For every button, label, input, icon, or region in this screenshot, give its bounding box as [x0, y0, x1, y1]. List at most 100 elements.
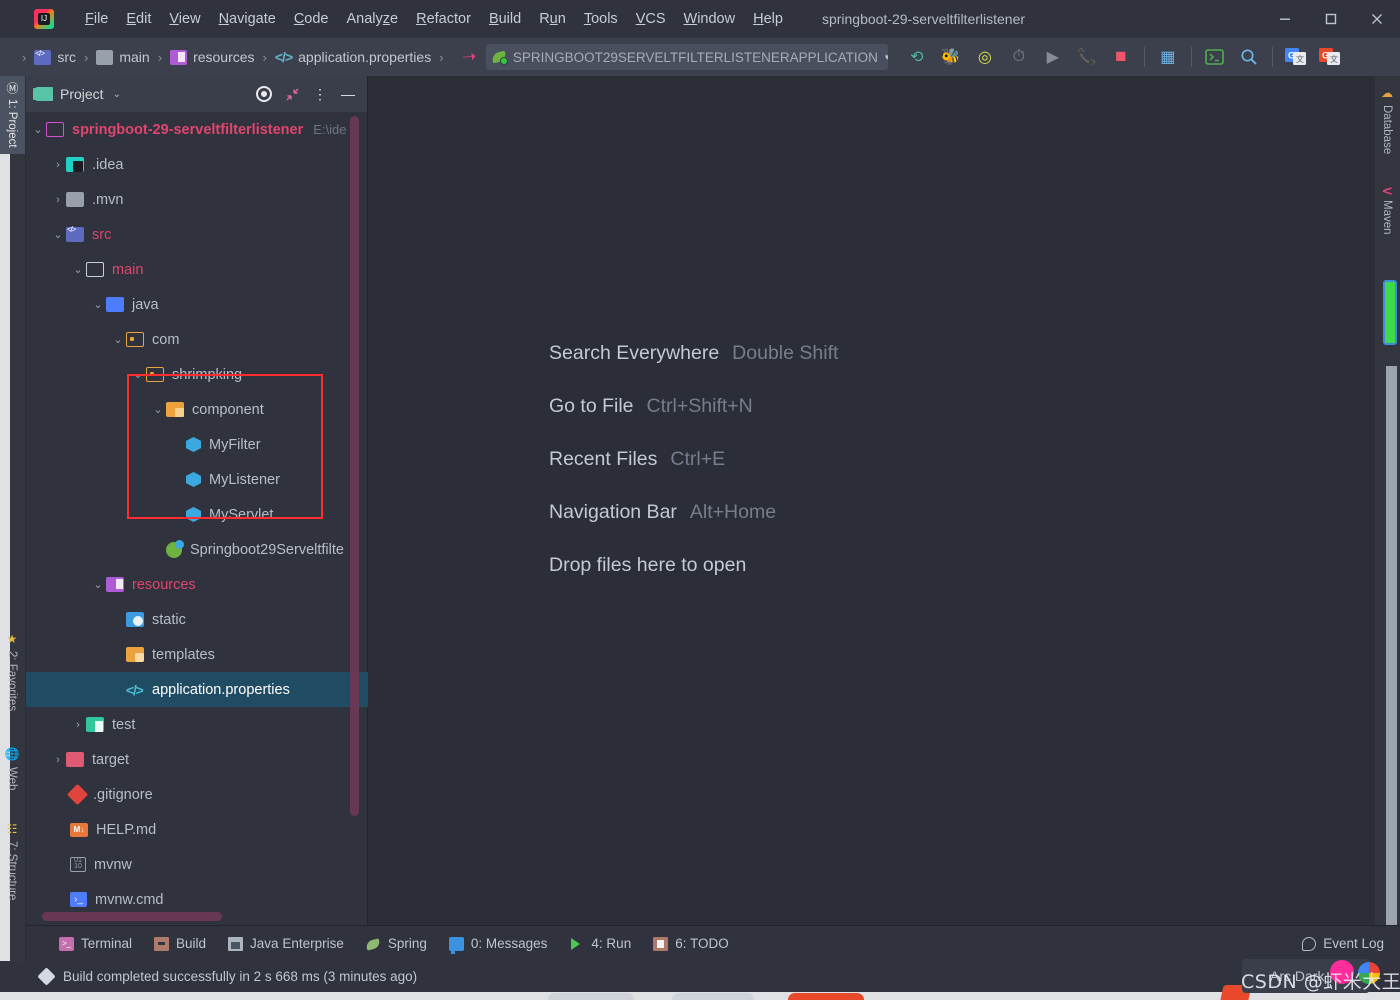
- menu-tools[interactable]: Tools: [575, 7, 627, 31]
- tree-row-application-properties[interactable]: </> application.properties: [26, 672, 368, 707]
- chevron-down-icon[interactable]: ⌄: [130, 368, 146, 381]
- tree-row-myfilter[interactable]: MyFilter: [26, 427, 368, 462]
- breadcrumb-item-application-properties[interactable]: </> application.properties: [271, 47, 435, 67]
- maximize-button[interactable]: [1308, 0, 1354, 38]
- status-message-group[interactable]: Build completed successfully in 2 s 668 …: [30, 967, 417, 986]
- tree-row-test[interactable]: › test: [26, 707, 368, 742]
- tree-row-springboot-application[interactable]: Springboot29Serveltfilte: [26, 532, 368, 567]
- tree-row-resources[interactable]: ⌄ resources: [26, 567, 368, 602]
- menu-edit[interactable]: Edit: [117, 7, 160, 31]
- google-translate-blue-icon[interactable]: G文: [1279, 42, 1313, 72]
- menu-view[interactable]: View: [160, 7, 209, 31]
- bottom-tab-spring[interactable]: Spring: [355, 932, 438, 955]
- sidebar-item-favorites[interactable]: ★ 2: Favorites: [0, 626, 25, 717]
- stop-icon[interactable]: ■: [1104, 42, 1138, 72]
- tree-row-src[interactable]: ⌄ src: [26, 217, 368, 252]
- tree-row-main[interactable]: ⌄ main: [26, 252, 368, 287]
- collapse-all-icon[interactable]: [279, 81, 305, 107]
- run-with-coverage-icon[interactable]: ◎: [968, 42, 1002, 72]
- chevron-right-icon[interactable]: ›: [50, 194, 66, 206]
- options-menu-icon[interactable]: ⋮: [307, 81, 333, 107]
- terminal-icon[interactable]: [1198, 42, 1232, 72]
- sync-icon[interactable]: ⟲: [900, 42, 934, 72]
- tree-row-help-md[interactable]: M↓ HELP.md: [26, 812, 368, 847]
- menu-navigate[interactable]: Navigate: [210, 7, 285, 31]
- tree-row-gitignore[interactable]: .gitignore: [26, 777, 368, 812]
- tree-row-com[interactable]: ⌄ com: [26, 322, 368, 357]
- tree-row-root[interactable]: ⌄ springboot-29-serveltfilterlistener E:…: [26, 112, 368, 147]
- menu-vcs[interactable]: VCS: [627, 7, 675, 31]
- chevron-down-icon[interactable]: ⌄: [150, 403, 166, 416]
- tree-row-templates[interactable]: templates: [26, 637, 368, 672]
- scrollbar-track[interactable]: [1386, 366, 1397, 926]
- project-panel-title-group[interactable]: Project ⌄: [33, 86, 121, 102]
- run-icon[interactable]: ▶: [1036, 42, 1070, 72]
- tree-label: springboot-29-serveltfilterlistener: [72, 121, 304, 138]
- tree-row-java[interactable]: ⌄ java: [26, 287, 368, 322]
- bottom-tab-messages[interactable]: 0: Messages: [438, 932, 559, 955]
- run-configuration-selector[interactable]: SPRINGBOOT29SERVELTFILTERLISTENERAPPLICA…: [485, 44, 888, 70]
- close-button[interactable]: [1354, 0, 1400, 38]
- breadcrumb-item-src[interactable]: src: [30, 47, 80, 67]
- menu-refactor[interactable]: Refactor: [407, 7, 480, 31]
- breadcrumb-item-resources[interactable]: resources: [166, 47, 258, 67]
- breadcrumb-item-main[interactable]: main: [92, 47, 153, 67]
- stop-debug-icon[interactable]: 📞: [1070, 42, 1104, 72]
- chevron-down-icon[interactable]: ⌄: [70, 263, 86, 276]
- sidebar-item-project[interactable]: Ⓜ 1: Project: [0, 76, 25, 154]
- grid-modules-icon[interactable]: ▦: [1151, 42, 1185, 72]
- chevron-down-icon[interactable]: ⌄: [90, 578, 106, 591]
- menu-bar[interactable]: File Edit View Navigate Code Analyze Ref…: [76, 7, 792, 31]
- chevron-right-icon[interactable]: ›: [50, 754, 66, 766]
- editor-scroll-rail[interactable]: [1374, 76, 1400, 926]
- menu-build[interactable]: Build: [480, 7, 530, 31]
- chevron-right-icon[interactable]: ›: [50, 159, 66, 171]
- bottom-tab-todo[interactable]: 6: TODO: [642, 932, 740, 955]
- tree-row-component[interactable]: ⌄ component: [26, 392, 368, 427]
- bottom-tab-terminal[interactable]: >_ Terminal: [48, 932, 143, 955]
- scrollbar-thumb[interactable]: [1383, 280, 1397, 345]
- tree-row-shrimpking[interactable]: ⌄ shrimpking: [26, 357, 368, 392]
- hide-panel-icon[interactable]: —: [335, 81, 361, 107]
- locate-target-icon[interactable]: [251, 81, 277, 107]
- hammer-icon[interactable]: ➝: [461, 46, 477, 67]
- breadcrumb-label: resources: [193, 49, 255, 65]
- browser-tab-peek-active[interactable]: [788, 993, 864, 1000]
- chevron-down-icon[interactable]: ⌄: [30, 123, 46, 136]
- project-vertical-scrollbar[interactable]: [350, 116, 359, 816]
- menu-help[interactable]: Help: [744, 7, 792, 31]
- tree-row-mylistener[interactable]: MyListener: [26, 462, 368, 497]
- project-tree[interactable]: ⌄ springboot-29-serveltfilterlistener E:…: [26, 112, 368, 925]
- event-log-button[interactable]: Event Log: [1291, 932, 1400, 955]
- browser-tab-peek-2[interactable]: [672, 993, 754, 1000]
- tree-row-mvnw[interactable]: 01 10 mvnw: [26, 847, 368, 882]
- search-icon[interactable]: [1232, 42, 1266, 72]
- menu-window[interactable]: Window: [675, 7, 745, 31]
- tree-row-target[interactable]: › target: [26, 742, 368, 777]
- project-horizontal-scrollbar[interactable]: [42, 912, 222, 921]
- chevron-down-icon[interactable]: ⌄: [50, 228, 66, 241]
- tree-row-myservlet[interactable]: MyServlet: [26, 497, 368, 532]
- menu-file[interactable]: File: [76, 7, 117, 31]
- bottom-tab-build[interactable]: Build: [143, 932, 217, 955]
- debug-bug-icon[interactable]: 🐝: [934, 42, 968, 72]
- browser-tab-peek-1[interactable]: [548, 993, 634, 1000]
- google-translate-red-icon[interactable]: G文: [1313, 42, 1347, 72]
- profiler-icon[interactable]: ⏱: [1002, 42, 1036, 72]
- menu-code[interactable]: Code: [285, 7, 338, 31]
- chevron-down-icon[interactable]: ⌄: [90, 298, 106, 311]
- tree-row-static[interactable]: static: [26, 602, 368, 637]
- chevron-right-icon[interactable]: ›: [70, 719, 86, 731]
- tree-row-idea[interactable]: › .idea: [26, 147, 368, 182]
- bottom-tab-java-enterprise[interactable]: Java Enterprise: [217, 932, 355, 955]
- bottom-tab-run[interactable]: 4: Run: [558, 932, 642, 955]
- menu-analyze[interactable]: Analyze: [338, 7, 408, 31]
- minimize-button[interactable]: [1262, 0, 1308, 38]
- sidebar-item-web[interactable]: 🌐 Web: [0, 741, 25, 796]
- chevron-down-icon[interactable]: ⌄: [110, 333, 126, 346]
- sidebar-item-structure[interactable]: ☷ 7: Structure: [0, 816, 25, 906]
- tree-row-mvn[interactable]: › .mvn: [26, 182, 368, 217]
- editor-empty-area[interactable]: Search Everywhere Double Shift Go to Fil…: [369, 76, 1397, 926]
- menu-run[interactable]: Run: [530, 7, 575, 31]
